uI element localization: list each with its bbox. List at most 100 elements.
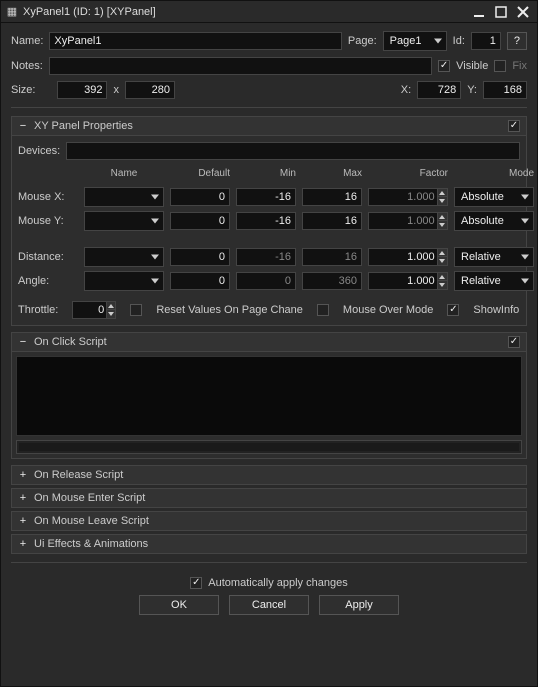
- page-select[interactable]: Page1: [383, 31, 447, 51]
- param-name-select[interactable]: [84, 247, 164, 267]
- throttle-label: Throttle:: [18, 304, 58, 316]
- size-width-input[interactable]: [57, 81, 107, 99]
- param-min-input[interactable]: [236, 188, 296, 206]
- titlebar[interactable]: ▦ XyPanel1 (ID: 1) [XYPanel]: [1, 1, 537, 23]
- devices-input[interactable]: [66, 142, 520, 160]
- size-height-input[interactable]: [125, 81, 175, 99]
- content: Name: Page: Page1 Id: ? Notes: Visible F…: [1, 23, 537, 686]
- xy-panel-side-checkbox[interactable]: [508, 120, 520, 132]
- param-name-select[interactable]: [84, 211, 164, 231]
- param-mode-select[interactable]: Relative: [454, 247, 534, 267]
- minimize-button[interactable]: [469, 4, 489, 20]
- size-label: Size:: [11, 84, 35, 96]
- spin-up-icon[interactable]: [106, 302, 115, 310]
- onmouseleave-header[interactable]: + On Mouse Leave Script: [12, 512, 526, 530]
- param-max-input[interactable]: [302, 188, 362, 206]
- onclick-header[interactable]: − On Click Script: [12, 333, 526, 352]
- param-mode-select[interactable]: Absolute: [454, 211, 534, 231]
- size-row: Size: x X: Y:: [11, 81, 527, 99]
- param-mode-select[interactable]: Absolute: [454, 187, 534, 207]
- onclick-side-checkbox[interactable]: [508, 336, 520, 348]
- name-row: Name: Page: Page1 Id: ?: [11, 31, 527, 51]
- param-factor-spinner: [368, 212, 448, 230]
- param-min-input: [236, 248, 296, 266]
- spin-up-icon[interactable]: [437, 249, 447, 257]
- onclick-scrollbar[interactable]: [16, 440, 522, 454]
- param-min-input[interactable]: [236, 212, 296, 230]
- xy-panel-header[interactable]: − XY Panel Properties: [12, 117, 526, 136]
- spin-down-icon[interactable]: [437, 221, 447, 229]
- chevron-down-icon: [521, 279, 529, 284]
- x-label: X:: [401, 84, 411, 96]
- ok-button[interactable]: OK: [139, 595, 219, 615]
- onrelease-title: On Release Script: [34, 469, 123, 481]
- onclick-title: On Click Script: [34, 336, 107, 348]
- window-title: XyPanel1 (ID: 1) [XYPanel]: [23, 6, 467, 18]
- maximize-button[interactable]: [491, 4, 511, 20]
- param-default-input[interactable]: [170, 272, 230, 290]
- param-name-select[interactable]: [84, 271, 164, 291]
- onrelease-section: + On Release Script: [11, 465, 527, 485]
- fix-checkbox[interactable]: [494, 60, 506, 72]
- spin-down-icon[interactable]: [437, 197, 447, 205]
- close-button[interactable]: [513, 4, 533, 20]
- x-input[interactable]: [417, 81, 461, 99]
- onmouseenter-header[interactable]: + On Mouse Enter Script: [12, 489, 526, 507]
- button-row: OK Cancel Apply: [139, 595, 399, 615]
- spin-down-icon[interactable]: [437, 281, 447, 289]
- reset-label: Reset Values On Page Chane: [156, 304, 303, 316]
- onclick-script-editor[interactable]: [16, 356, 522, 436]
- expand-icon: +: [18, 515, 28, 527]
- param-default-input[interactable]: [170, 188, 230, 206]
- expand-icon: +: [18, 492, 28, 504]
- spin-down-icon[interactable]: [106, 310, 115, 318]
- footer: Automatically apply changes OK Cancel Ap…: [11, 571, 527, 619]
- id-input[interactable]: [471, 32, 501, 50]
- name-label: Name:: [11, 35, 43, 47]
- spin-down-icon[interactable]: [437, 257, 447, 265]
- visible-checkbox[interactable]: [438, 60, 450, 72]
- throttle-spinner[interactable]: [72, 301, 116, 319]
- uieffects-header[interactable]: + Ui Effects & Animations: [12, 535, 526, 553]
- collapse-icon: −: [18, 120, 28, 132]
- spin-up-icon[interactable]: [437, 273, 447, 281]
- param-row: Angle:Relative: [18, 271, 520, 291]
- xy-rows: Mouse X:AbsoluteMouse Y:AbsoluteDistance…: [18, 183, 520, 291]
- auto-apply-checkbox[interactable]: [190, 577, 202, 589]
- uieffects-title: Ui Effects & Animations: [34, 538, 148, 550]
- onclick-section: − On Click Script: [11, 332, 527, 459]
- notes-label: Notes:: [11, 60, 43, 72]
- param-default-input[interactable]: [170, 212, 230, 230]
- param-default-input[interactable]: [170, 248, 230, 266]
- apply-button[interactable]: Apply: [319, 595, 399, 615]
- help-button[interactable]: ?: [507, 32, 527, 50]
- mouseover-checkbox[interactable]: [317, 304, 329, 316]
- column-headers: Name Default Min Max Factor Mode: [18, 168, 520, 179]
- param-min-input: [236, 272, 296, 290]
- reset-checkbox[interactable]: [130, 304, 142, 316]
- chevron-down-icon: [151, 195, 159, 200]
- param-factor-spinner: [368, 188, 448, 206]
- spin-up-icon[interactable]: [437, 213, 447, 221]
- cancel-button[interactable]: Cancel: [229, 595, 309, 615]
- notes-input[interactable]: [49, 57, 432, 75]
- app-icon: ▦: [5, 5, 19, 19]
- param-mode-select[interactable]: Relative: [454, 271, 534, 291]
- onmouseenter-section: + On Mouse Enter Script: [11, 488, 527, 508]
- y-input[interactable]: [483, 81, 527, 99]
- param-name-select[interactable]: [84, 187, 164, 207]
- name-input[interactable]: [49, 32, 341, 50]
- auto-apply-label: Automatically apply changes: [208, 577, 347, 589]
- uieffects-section: + Ui Effects & Animations: [11, 534, 527, 554]
- param-factor-spinner[interactable]: [368, 248, 448, 266]
- param-label: Mouse Y:: [18, 215, 78, 227]
- param-factor-spinner[interactable]: [368, 272, 448, 290]
- page-label: Page:: [348, 35, 377, 47]
- showinfo-checkbox[interactable]: [447, 304, 459, 316]
- chevron-down-icon: [521, 219, 529, 224]
- spin-up-icon[interactable]: [437, 189, 447, 197]
- param-max-input[interactable]: [302, 212, 362, 230]
- param-row: Mouse X:Absolute: [18, 187, 520, 207]
- param-row: Mouse Y:Absolute: [18, 211, 520, 231]
- onrelease-header[interactable]: + On Release Script: [12, 466, 526, 484]
